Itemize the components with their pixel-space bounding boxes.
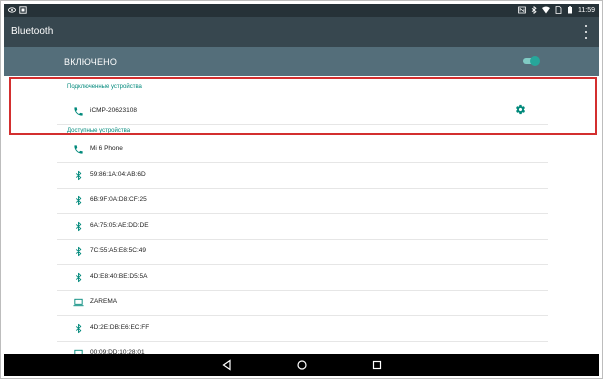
device-name: 4D:E8:40:BE:D5:5A xyxy=(90,272,148,280)
home-icon[interactable] xyxy=(296,359,308,371)
toggle-label: ВКЛЮЧЕНО xyxy=(64,57,118,67)
bluetooth-icon xyxy=(75,246,82,257)
status-time: 11:59 xyxy=(578,6,595,14)
recents-icon[interactable] xyxy=(371,359,383,371)
bluetooth-switch[interactable] xyxy=(523,56,540,66)
nfc-icon xyxy=(518,6,526,14)
available-device-item[interactable]: 4D:2E:DB:E6:EC:FF xyxy=(57,316,548,342)
device-name: 6A:75:05:AE:DD:DE xyxy=(90,221,149,229)
bluetooth-icon xyxy=(75,323,82,333)
image-icon xyxy=(19,6,27,14)
phone-icon xyxy=(74,145,83,154)
bluetooth-master-toggle-row[interactable]: ВКЛЮЧЕНО xyxy=(4,47,599,76)
available-device-item[interactable]: 6B:9F:0A:D8:CF:25 xyxy=(57,188,548,214)
device-name: ZAREMA xyxy=(90,298,118,305)
device-name: 6B:9F:0A:D8:CF:25 xyxy=(90,196,147,203)
laptop-icon xyxy=(73,298,84,307)
available-device-item[interactable]: Mi 6 Phone xyxy=(57,137,548,163)
bluetooth-icon xyxy=(531,6,537,14)
eye-icon xyxy=(8,7,16,13)
device-name: 4D:2E:DB:E6:EC:FF xyxy=(90,323,150,331)
device-name: Mi 6 Phone xyxy=(90,145,123,152)
back-icon[interactable] xyxy=(221,359,233,371)
overflow-menu-icon[interactable] xyxy=(583,25,589,39)
device-name: 59:86:1A:04:AB:6D xyxy=(90,170,146,178)
bluetooth-icon xyxy=(75,170,82,180)
app-bar: Bluetooth xyxy=(4,17,599,47)
status-bar: 11:59 xyxy=(4,4,599,17)
bluetooth-icon xyxy=(75,221,82,231)
sim-icon xyxy=(555,6,562,14)
battery-icon xyxy=(568,6,572,14)
bluetooth-icon xyxy=(75,195,82,206)
available-device-item[interactable]: 00:09:DD:10:28:01 xyxy=(57,341,548,354)
available-device-item[interactable]: ZAREMA xyxy=(57,290,548,316)
available-device-item[interactable]: 59:86:1A:04:AB:6D xyxy=(57,163,548,189)
wifi-icon xyxy=(542,6,550,14)
available-device-item[interactable]: 6A:75:05:AE:DD:DE xyxy=(57,214,548,240)
device-name: 7C:55:A5:E8:5C:49 xyxy=(90,247,147,254)
page-title: Bluetooth xyxy=(11,26,54,37)
available-device-item[interactable]: 7C:55:A5:E8:5C:49 xyxy=(57,239,548,265)
available-device-item[interactable]: 4D:E8:40:BE:D5:5A xyxy=(57,265,548,291)
navigation-bar xyxy=(4,354,599,376)
connected-section-highlight xyxy=(9,77,597,135)
bluetooth-icon xyxy=(75,272,82,282)
